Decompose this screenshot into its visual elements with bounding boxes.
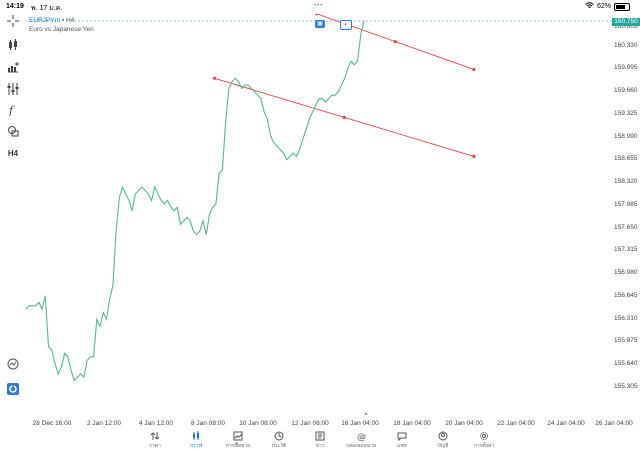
trendline-anchor[interactable] bbox=[314, 14, 319, 16]
nav-trade[interactable]: การซื้อขาย bbox=[218, 430, 258, 450]
one-click-trade-icon[interactable]: ▣ bbox=[315, 20, 325, 28]
status-right: 62% bbox=[585, 2, 630, 11]
nav-label: ข่าว bbox=[315, 443, 325, 449]
time-tick: 2 Jan 12:00 bbox=[87, 420, 121, 427]
price-tick: 158.990 bbox=[614, 132, 638, 140]
chart-icon bbox=[176, 431, 216, 441]
price-axis[interactable]: 160.605 160.330 159.995 159.660 159.325 158.9… bbox=[612, 14, 640, 412]
status-date: พ. 17 ม.ค. bbox=[31, 5, 63, 12]
history-icon bbox=[259, 431, 299, 441]
price-tick: 160.330 bbox=[614, 41, 638, 49]
price-tick: 156.310 bbox=[614, 314, 638, 322]
battery-icon bbox=[614, 2, 630, 11]
nav-label: ประวัติ bbox=[271, 443, 287, 449]
nav-mail[interactable]: @ กล่องจดหมาย bbox=[341, 430, 381, 450]
battery-percent: 62% bbox=[596, 3, 611, 10]
timeframe-label: H4 bbox=[65, 17, 75, 24]
time-tick: 16 Jan 04:00 bbox=[341, 420, 379, 427]
time-tick: 22 Jan 04:00 bbox=[497, 420, 535, 427]
multitask-dots[interactable]: ••• bbox=[314, 3, 323, 9]
time-tick: 26 Jan 04:00 bbox=[595, 420, 633, 427]
price-tick: 157.985 bbox=[614, 200, 638, 208]
indicators-icon[interactable] bbox=[6, 60, 20, 74]
status-bar: 14:19 พ. 17 ม.ค. ••• 62% bbox=[0, 0, 640, 14]
price-tick: 158.655 bbox=[614, 155, 638, 163]
nav-chat[interactable]: แชท bbox=[382, 430, 422, 450]
signals-icon[interactable] bbox=[6, 357, 20, 371]
status-time: 14:19 bbox=[6, 3, 24, 10]
time-axis[interactable]: ▲ 28 Dec 16:00 2 Jan 12:00 4 Jan 12:00 8 Ja… bbox=[26, 411, 633, 430]
nav-label: การซื้อขาย bbox=[225, 443, 251, 449]
price-tick: 155.305 bbox=[614, 383, 638, 390]
price-tick: 156.645 bbox=[614, 291, 638, 299]
quotes-icon bbox=[135, 431, 175, 441]
price-tick: 156.980 bbox=[614, 269, 638, 277]
svg-text:f: f bbox=[8, 104, 15, 116]
trade-icon bbox=[218, 431, 258, 441]
price-tick: 155.975 bbox=[614, 337, 638, 345]
mail-icon: @ bbox=[341, 431, 381, 442]
function-icon[interactable]: f bbox=[6, 103, 20, 117]
price-series-line bbox=[26, 20, 365, 382]
time-tick: 24 Jan 04:00 bbox=[547, 420, 585, 427]
chat-icon bbox=[382, 431, 422, 441]
brand-badge-icon[interactable]: ◐ bbox=[340, 20, 352, 30]
time-tick: 20 Jan 04:00 bbox=[445, 420, 483, 427]
shapes-icon[interactable] bbox=[6, 124, 20, 138]
brand-logo-icon[interactable] bbox=[6, 382, 20, 396]
chart-area[interactable]: EURJPYm • H4 Euro vs Japanese Yen ▣ ◐ bbox=[26, 14, 612, 412]
trendline-anchor[interactable] bbox=[342, 115, 346, 119]
scroll-handle-icon[interactable]: ▲ bbox=[363, 411, 369, 417]
trendline-anchor[interactable] bbox=[212, 76, 217, 80]
time-tick: 12 Jan 08:00 bbox=[291, 420, 329, 427]
nav-label: กราฟ bbox=[189, 443, 203, 449]
price-tick: 155.640 bbox=[614, 360, 638, 368]
time-tick: 18 Jan 04:00 bbox=[393, 420, 431, 427]
nav-label: การตั้งค่า bbox=[473, 443, 495, 449]
time-tick: 4 Jan 12:00 bbox=[139, 420, 173, 427]
symbol-description: Euro vs Japanese Yen bbox=[29, 26, 94, 33]
nav-label: แชท bbox=[397, 443, 407, 449]
candles-icon[interactable] bbox=[6, 38, 20, 52]
nav-history[interactable]: ประวัติ bbox=[259, 430, 299, 450]
symbol-name[interactable]: EURJPYm bbox=[29, 17, 60, 24]
nav-label: บัญชี bbox=[437, 443, 449, 449]
nav-label: กล่องจดหมาย bbox=[345, 443, 377, 449]
nav-label: ราคา bbox=[149, 443, 161, 449]
settings-icon bbox=[464, 431, 504, 441]
settings-sliders-icon[interactable] bbox=[6, 82, 20, 96]
symbol-header: EURJPYm • H4 bbox=[29, 17, 74, 24]
time-tick: 10 Jan 08:00 bbox=[239, 420, 277, 427]
price-chart[interactable] bbox=[26, 14, 612, 412]
price-tick: 159.995 bbox=[614, 64, 638, 72]
price-tick: 158.320 bbox=[614, 178, 638, 186]
svg-text:@: @ bbox=[357, 433, 366, 442]
price-tick: 157.650 bbox=[614, 223, 638, 231]
trendline-anchor[interactable] bbox=[393, 40, 397, 44]
nav-news[interactable]: ข่าว bbox=[300, 430, 340, 450]
nav-account[interactable]: บัญชี bbox=[423, 430, 463, 450]
nav-chart[interactable]: กราฟ bbox=[176, 430, 216, 450]
wifi-icon bbox=[585, 2, 594, 11]
news-icon bbox=[300, 431, 340, 441]
bottom-navigation: ราคา กราฟ การซื้อขาย ประวัติ ข่าว @ กล่องจดหมา… bbox=[0, 430, 640, 450]
price-tick: 159.660 bbox=[614, 87, 638, 95]
nav-quotes[interactable]: ราคา bbox=[135, 430, 175, 450]
time-tick: 8 Jan 08:00 bbox=[191, 420, 225, 427]
left-toolbar: f H4 bbox=[0, 14, 26, 414]
trendline-anchor[interactable] bbox=[472, 154, 476, 158]
account-icon bbox=[423, 431, 463, 441]
crosshair-icon[interactable] bbox=[6, 14, 20, 28]
price-tick: 157.315 bbox=[614, 246, 638, 254]
time-tick: 28 Dec 16:00 bbox=[32, 420, 72, 427]
price-tick: 159.325 bbox=[614, 109, 638, 117]
timeframe-button[interactable]: H4 bbox=[6, 146, 20, 160]
current-price-tag: 160.750 bbox=[612, 18, 640, 26]
nav-settings[interactable]: การตั้งค่า bbox=[464, 430, 504, 450]
trendline-anchor[interactable] bbox=[472, 67, 476, 72]
